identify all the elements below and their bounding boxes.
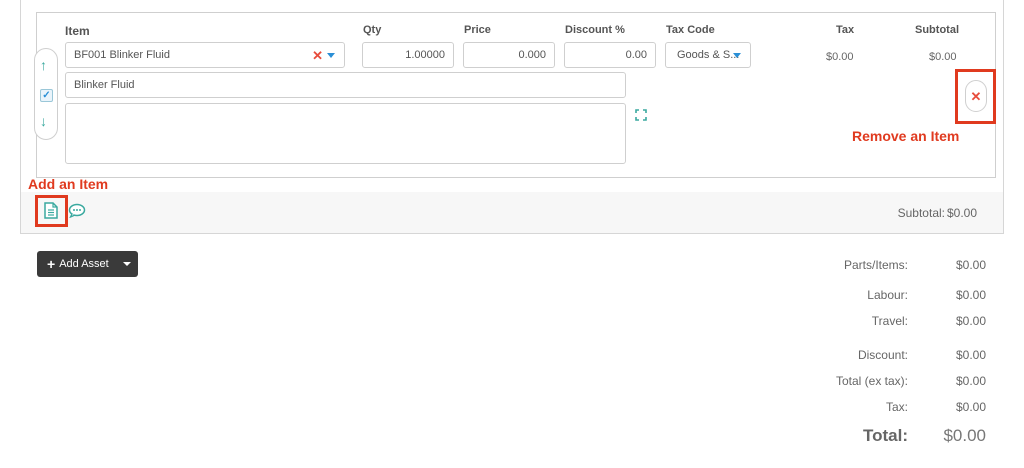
- price-input[interactable]: 0.000: [463, 42, 555, 68]
- summary-tax-label: Tax:: [885, 400, 908, 414]
- line-item-checkbox[interactable]: ✓: [40, 89, 53, 102]
- notes-textarea[interactable]: [65, 103, 626, 164]
- column-header-qty: Qty: [363, 24, 382, 36]
- column-header-subtotal: Subtotal: [915, 24, 959, 36]
- summary-labour-value: $0.00: [955, 288, 986, 302]
- summary-labour-label: Labour:: [867, 288, 908, 302]
- remove-item-annotation: Remove an Item: [852, 128, 960, 144]
- summary-tax-value: $0.00: [955, 400, 986, 414]
- add-asset-label: Add Asset: [59, 258, 109, 270]
- discount-value: 0.00: [625, 49, 647, 61]
- summary-discount-value: $0.00: [955, 348, 986, 362]
- line-items-footer: [21, 192, 1003, 233]
- summary-parts-value: $0.00: [955, 258, 986, 272]
- close-icon[interactable]: ✕: [312, 49, 323, 62]
- line-subtotal-value: $0.00: [929, 51, 957, 63]
- footer-subtotal-value: $0.00: [946, 206, 977, 220]
- summary-total-ex-tax-label: Total (ex tax):: [835, 374, 908, 388]
- column-header-price: Price: [464, 24, 491, 36]
- column-header-tax: Tax: [836, 24, 855, 36]
- plus-icon: +: [47, 256, 56, 272]
- column-header-tax-code: Tax Code: [666, 24, 715, 36]
- arrow-down-icon[interactable]: ↓: [40, 113, 47, 129]
- description-value: Blinker Fluid: [74, 79, 135, 91]
- discount-input[interactable]: 0.00: [564, 42, 656, 68]
- document-icon[interactable]: [44, 202, 58, 219]
- price-value: 0.000: [518, 49, 546, 61]
- line-tax-value: $0.00: [826, 51, 854, 63]
- column-header-discount: Discount %: [565, 24, 625, 36]
- summary-travel-label: Travel:: [871, 314, 908, 328]
- column-header-item: Item: [65, 24, 90, 38]
- qty-input[interactable]: 1.00000: [362, 42, 454, 68]
- chevron-down-icon[interactable]: [733, 53, 741, 58]
- remove-item-highlight: [955, 69, 996, 124]
- item-select-value: BF001 Blinker Fluid: [74, 49, 170, 61]
- item-select[interactable]: BF001 Blinker Fluid ✕: [65, 42, 345, 68]
- add-item-annotation: Add an Item: [28, 176, 109, 192]
- tax-code-select[interactable]: Goods & S...: [665, 42, 751, 68]
- comment-icon[interactable]: [68, 203, 86, 218]
- summary-total-value: $0.00: [943, 426, 986, 445]
- expand-icon[interactable]: [635, 109, 647, 121]
- add-asset-button[interactable]: + Add Asset: [37, 251, 138, 277]
- arrow-up-icon[interactable]: ↑: [40, 57, 47, 73]
- summary-travel-value: $0.00: [955, 314, 986, 328]
- summary-discount-label: Discount:: [857, 348, 908, 362]
- summary-parts-label: Parts/Items:: [843, 258, 908, 272]
- description-input[interactable]: Blinker Fluid: [65, 72, 626, 98]
- footer-subtotal-label: Subtotal:: [897, 206, 945, 220]
- tax-code-value: Goods & S...: [677, 49, 740, 61]
- reorder-control: ↑ ✓ ↓: [34, 48, 58, 140]
- qty-value: 1.00000: [405, 49, 445, 61]
- chevron-down-icon[interactable]: [123, 262, 131, 266]
- summary-total-ex-tax-value: $0.00: [955, 374, 986, 388]
- chevron-down-icon[interactable]: [327, 53, 335, 58]
- summary-total-label: Total:: [862, 426, 908, 445]
